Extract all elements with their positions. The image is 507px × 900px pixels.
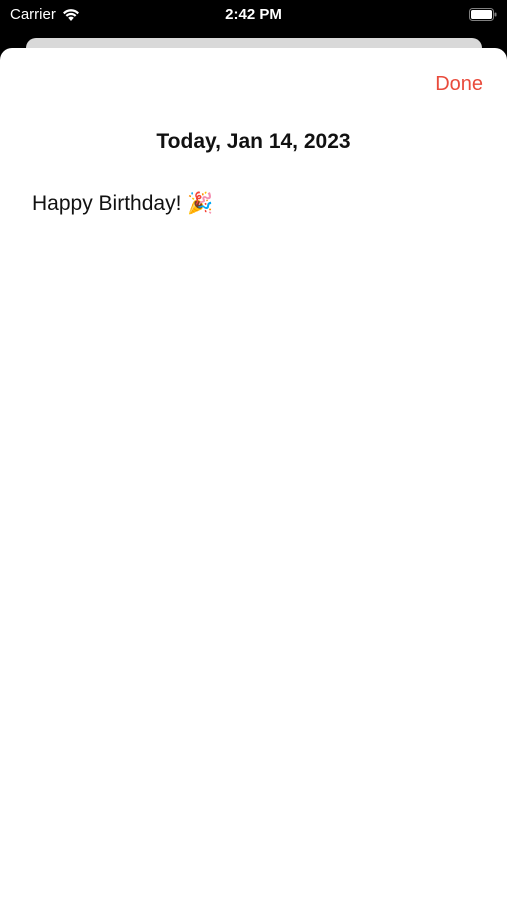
entry-sheet: Done Today, Jan 14, 2023 Happy Birthday!…	[0, 48, 507, 900]
status-time: 2:42 PM	[225, 6, 282, 23]
entry-text[interactable]: Happy Birthday! 🎉	[32, 192, 213, 216]
battery-icon	[469, 8, 497, 21]
done-button[interactable]: Done	[435, 73, 483, 96]
status-bar: Carrier 2:42 PM	[0, 0, 507, 30]
date-title: Today, Jan 14, 2023	[156, 130, 351, 153]
